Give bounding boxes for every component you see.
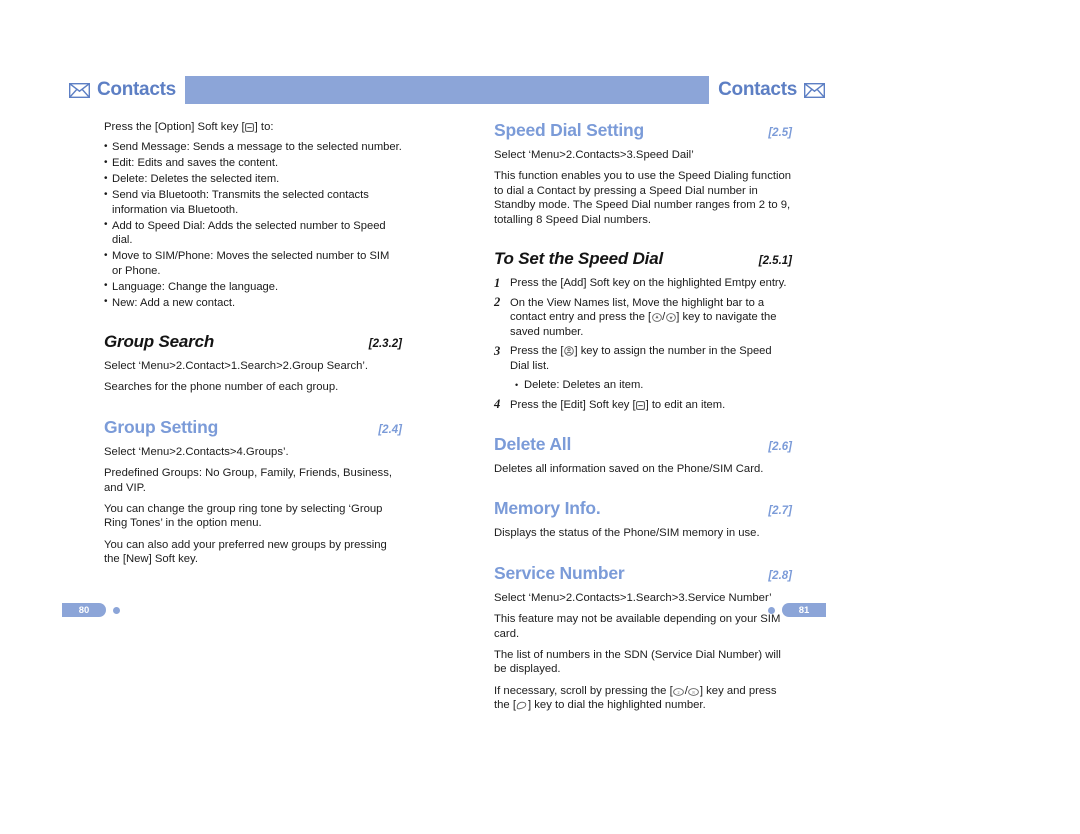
- paragraph: This feature may not be available depend…: [494, 613, 781, 640]
- paragraph: Deletes all information saved on the Pho…: [494, 463, 764, 476]
- section-ref: [2.7]: [768, 505, 792, 518]
- scroll-instruction: If necessary, scroll by pressing the [2/…: [494, 684, 792, 713]
- option-bullet-list: Send Message: Sends a message to the sel…: [104, 140, 402, 310]
- step-text-before: Press the [Edit] Soft key [: [510, 398, 636, 411]
- footer-dot: [113, 606, 120, 614]
- section-heading-memory-info: Memory Info. [2.7]: [494, 498, 792, 519]
- list-item: 3 Press the [] key to assign the number i…: [494, 344, 792, 373]
- list-item: 2 On the View Names list, Move the highli…: [494, 295, 792, 340]
- list-item: Delete: Deletes an item.: [494, 378, 792, 393]
- header-tab-right: Contacts: [709, 74, 832, 106]
- paragraph: The list of numbers in the SDN (Service …: [494, 649, 781, 676]
- svg-text:2: 2: [678, 690, 680, 695]
- paragraph: Select ‘Menu>2.Contacts>1.Search>3.Servi…: [494, 591, 772, 604]
- header-title-left: Contacts: [97, 79, 176, 100]
- paragraph: You can also add your preferred new grou…: [104, 538, 387, 566]
- list-item: Language: Change the language.: [104, 279, 402, 295]
- speed-dial-steps: 1 Press the [Add] Soft key on the highli…: [494, 276, 792, 412]
- paragraph: Searches for the phone number of each gr…: [104, 381, 339, 394]
- step-text-after: ] to edit an item.: [645, 398, 726, 411]
- svg-text:8: 8: [693, 690, 696, 695]
- section-ref: [2.4]: [378, 423, 402, 436]
- softkey-icon: [245, 123, 255, 132]
- nav-up-key-icon: [651, 313, 662, 322]
- paragraph: Select ‘Menu>2.Contacts>4.Groups’.: [104, 445, 289, 458]
- intro-text-before: Press the [Option] Soft key [: [104, 121, 245, 133]
- step-text-before: Press the [: [510, 345, 564, 358]
- section-title: Delete All: [494, 434, 572, 455]
- section-ref: [2.5.1]: [758, 255, 792, 268]
- scroll-down-key-icon: 8: [688, 688, 700, 696]
- list-item: Send Message: Sends a message to the sel…: [104, 140, 402, 155]
- section-heading-delete-all: Delete All [2.6]: [494, 434, 792, 455]
- paragraph: Predefined Groups: No Group, Family, Fri…: [104, 467, 392, 494]
- section-title: Group Setting: [104, 416, 219, 437]
- envelope-icon: [804, 82, 825, 98]
- manual-page: Contacts Contacts Press the [Option] Sof…: [0, 0, 1080, 834]
- header-title-right: Contacts: [718, 79, 797, 100]
- header-tab-left: Contacts: [62, 74, 185, 106]
- footer-left: 80: [62, 603, 120, 617]
- paragraph: Select ‘Menu>2.Contacts>3.Speed Dail’: [494, 149, 694, 161]
- paragraph: You can change the group ring tone by se…: [104, 503, 383, 530]
- scroll-text-before: If necessary, scroll by pressing the [: [494, 684, 673, 697]
- paragraph: Displays the status of the Phone/SIM mem…: [494, 527, 760, 540]
- step-number: 2: [494, 295, 501, 310]
- section-ref: [2.8]: [768, 569, 792, 582]
- list-item: Send via Bluetooth: Transmits the select…: [104, 188, 402, 217]
- softkey-icon: [636, 400, 646, 410]
- paragraph: Select ‘Menu>2.Contact>1.Search>2.Group …: [104, 360, 369, 372]
- section-ref: [2.3.2]: [368, 338, 402, 350]
- section-title: Group Search: [104, 332, 215, 351]
- section-heading-group-search: Group Search [2.3.2]: [104, 332, 402, 352]
- list-item: Edit: Edits and saves the content.: [104, 156, 402, 171]
- page-number-right: 81: [782, 603, 826, 617]
- step-text: Press the [Add] Soft key on the highligh…: [510, 277, 787, 290]
- section-title: Memory Info.: [494, 498, 601, 519]
- nav-down-key-icon: [665, 313, 676, 322]
- intro-text-after: ] to:: [254, 121, 274, 133]
- step-number: 4: [494, 397, 501, 412]
- right-column: Speed Dial Setting [2.5] Select ‘Menu>2.…: [494, 120, 792, 720]
- list-item: Delete: Deletes the selected item.: [104, 172, 402, 187]
- section-heading-to-set-speed-dial: To Set the Speed Dial [2.5.1]: [494, 249, 792, 269]
- footer-dot: [768, 606, 775, 614]
- section-heading-speed-dial-setting: Speed Dial Setting [2.5]: [494, 120, 792, 141]
- section-title: Service Number: [494, 562, 625, 583]
- section-ref: [2.6]: [768, 441, 792, 454]
- scroll-up-key-icon: 2: [673, 688, 685, 696]
- section-heading-service-number: Service Number [2.8]: [494, 563, 792, 584]
- send-key-icon: [516, 701, 527, 710]
- scroll-text-after: ] key to dial the highlighted number.: [527, 699, 706, 712]
- list-item: Add to Speed Dial: Adds the selected num…: [104, 218, 402, 248]
- option-softkey-intro: Press the [Option] Soft key [ ] to:: [104, 120, 402, 135]
- section-title: To Set the Speed Dial: [494, 249, 663, 269]
- footer-right: 81: [768, 603, 826, 617]
- section-ref: [2.5]: [768, 127, 792, 139]
- section-heading-group-setting: Group Setting [2.4]: [104, 417, 402, 438]
- ok-key-icon: [564, 346, 574, 356]
- list-item: New: Add a new contact.: [104, 295, 402, 311]
- list-item: 1 Press the [Add] Soft key on the highli…: [494, 276, 792, 291]
- page-header-bar: Contacts Contacts: [62, 74, 832, 106]
- page-number-left: 80: [62, 603, 106, 617]
- left-column: Press the [Option] Soft key [ ] to: Send …: [104, 120, 402, 574]
- envelope-icon: [69, 82, 90, 98]
- paragraph: This function enables you to use the Spe…: [494, 170, 792, 226]
- list-item: 4 Press the [Edit] Soft key [ ] to edit an…: [494, 397, 792, 413]
- section-title: Speed Dial Setting: [494, 120, 645, 140]
- list-item: Move to SIM/Phone: Moves the selected nu…: [104, 249, 402, 278]
- step-number: 1: [494, 275, 501, 290]
- step-number: 3: [494, 343, 501, 358]
